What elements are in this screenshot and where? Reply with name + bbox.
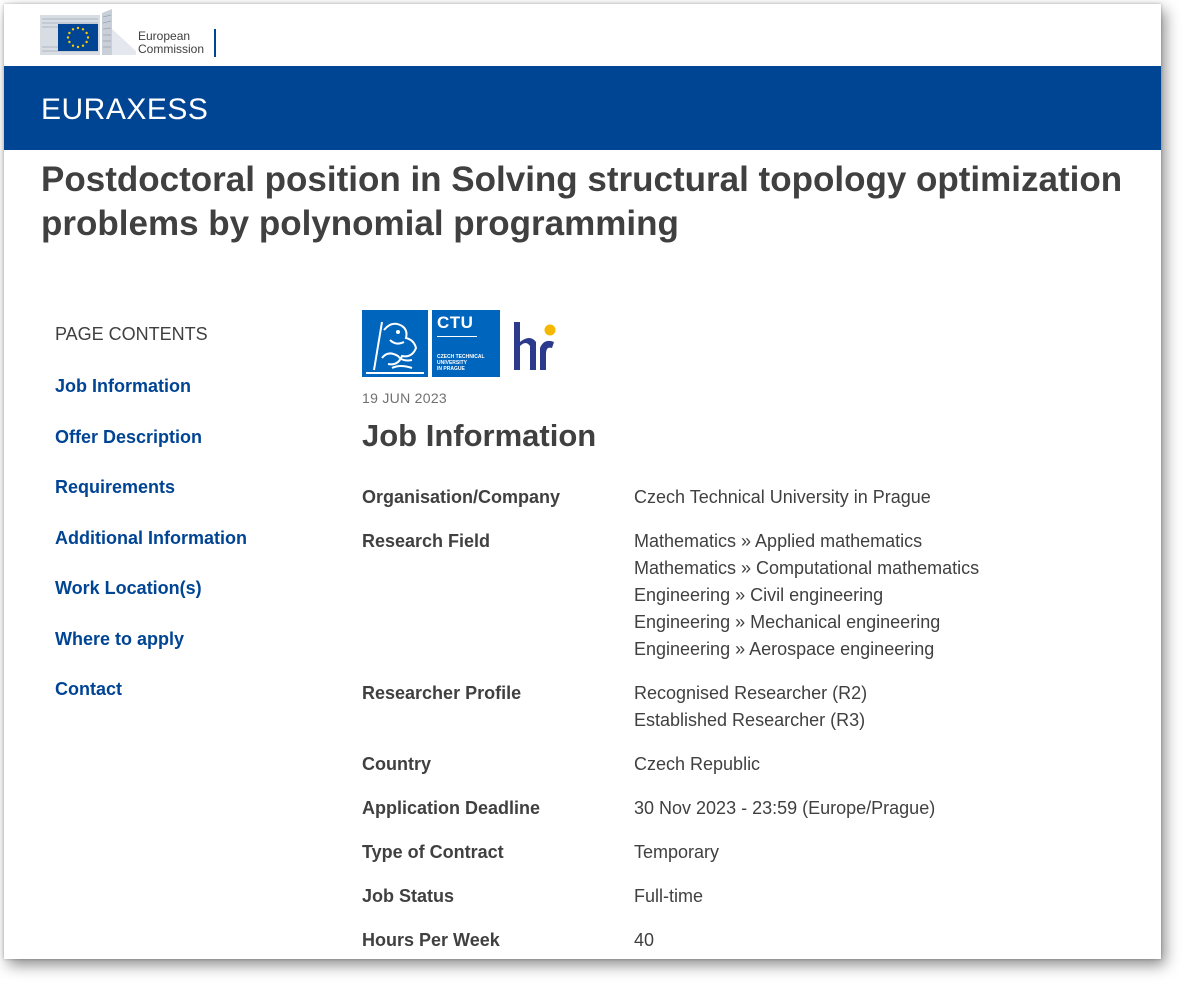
- top-bar: European Commission: [4, 4, 1161, 66]
- info-value: Mathematics » Applied mathematics: [634, 531, 923, 551]
- page-title: Postdoctoral position in Solving structu…: [41, 160, 1123, 243]
- ec-logo-text: European Commission: [138, 30, 204, 56]
- info-row-organisation: Organisation/Company Czech Technical Uni…: [362, 484, 1152, 511]
- publish-date: 19 JUN 2023: [362, 390, 448, 406]
- info-values: Czech Technical University in Prague: [634, 484, 1152, 511]
- job-information-heading: Job Information: [362, 418, 597, 453]
- toc-link-offer-description[interactable]: Offer Description: [55, 427, 315, 478]
- job-information-table: Organisation/Company Czech Technical Uni…: [362, 484, 1152, 959]
- info-values: Recognised Researcher (R2) Established R…: [634, 680, 1152, 734]
- ctu-logo-line3: IN PRAGUE: [437, 366, 465, 372]
- info-values: 40: [634, 927, 1152, 954]
- toc-link-job-information[interactable]: Job Information: [55, 376, 315, 427]
- page-contents-nav: PAGE CONTENTS Job Information Offer Desc…: [55, 324, 315, 730]
- ctu-logo-subtitle: CZECH TECHNICAL UNIVERSITY IN PRAGUE: [437, 354, 485, 372]
- page-frame: European Commission EURAXESS Postdoctora…: [4, 4, 1161, 959]
- ec-logo-divider: [214, 29, 216, 57]
- info-label: Hours Per Week: [362, 930, 500, 950]
- info-row-hours-per-week: Hours Per Week 40: [362, 927, 1152, 954]
- toc-link-work-locations[interactable]: Work Location(s): [55, 578, 315, 629]
- info-value: 30 Nov 2023 - 23:59 (Europe/Prague): [634, 798, 936, 818]
- toc-link-contact[interactable]: Contact: [55, 679, 315, 730]
- info-values: Full-time: [634, 883, 1152, 910]
- ctu-logo-word: CTU: [437, 313, 474, 332]
- info-value: Mathematics » Computational mathematics: [634, 558, 980, 578]
- ctu-logo-rule: [437, 336, 477, 337]
- info-row-type-of-contract: Type of Contract Temporary: [362, 839, 1152, 866]
- info-row-job-status: Job Status Full-time: [362, 883, 1152, 910]
- info-value: Engineering » Aerospace engineering: [634, 639, 935, 659]
- info-values: Temporary: [634, 839, 1152, 866]
- info-label: Organisation/Company: [362, 487, 561, 507]
- hr-excellence-logo: [514, 322, 556, 370]
- ctu-lion-logo: [362, 310, 428, 377]
- info-value: Full-time: [634, 886, 704, 906]
- toc-link-additional-information[interactable]: Additional Information: [55, 528, 315, 579]
- info-values: Czech Republic: [634, 751, 1152, 778]
- info-label: Application Deadline: [362, 798, 541, 818]
- ctu-logo: CTU CZECH TECHNICAL UNIVERSITY IN PRAGUE: [432, 310, 500, 377]
- info-value: Temporary: [634, 842, 720, 862]
- info-values: Mathematics » Applied mathematics Mathem…: [634, 528, 1152, 663]
- info-value: 40: [634, 930, 655, 950]
- info-row-country: Country Czech Republic: [362, 751, 1152, 778]
- info-value: Engineering » Civil engineering: [634, 585, 884, 605]
- info-value: Established Researcher (R3): [634, 710, 866, 730]
- eu-flag-icon: [40, 9, 136, 55]
- info-row-application-deadline: Application Deadline 30 Nov 2023 - 23:59…: [362, 795, 1152, 822]
- info-label: Research Field: [362, 531, 491, 551]
- info-row-researcher-profile: Researcher Profile Recognised Researcher…: [362, 680, 1152, 734]
- info-label: Researcher Profile: [362, 683, 522, 703]
- site-name[interactable]: EURAXESS: [41, 93, 208, 127]
- info-label: Country: [362, 754, 431, 774]
- toc-link-requirements[interactable]: Requirements: [55, 477, 315, 528]
- info-value: Czech Republic: [634, 754, 761, 774]
- ec-logo-line2: Commission: [138, 42, 205, 56]
- info-label: Type of Contract: [362, 842, 504, 862]
- info-value: Recognised Researcher (R2): [634, 683, 868, 703]
- info-value: Czech Technical University in Prague: [634, 487, 931, 507]
- info-value: Engineering » Mechanical engineering: [634, 612, 941, 632]
- page-contents-heading: PAGE CONTENTS: [55, 324, 208, 344]
- lion-icon: [366, 321, 424, 374]
- european-commission-logo[interactable]: European Commission: [40, 9, 220, 59]
- info-values: 30 Nov 2023 - 23:59 (Europe/Prague): [634, 795, 1152, 822]
- info-label: Job Status: [362, 886, 455, 906]
- info-row-research-field: Research Field Mathematics » Applied mat…: [362, 528, 1152, 663]
- toc-link-where-to-apply[interactable]: Where to apply: [55, 629, 315, 680]
